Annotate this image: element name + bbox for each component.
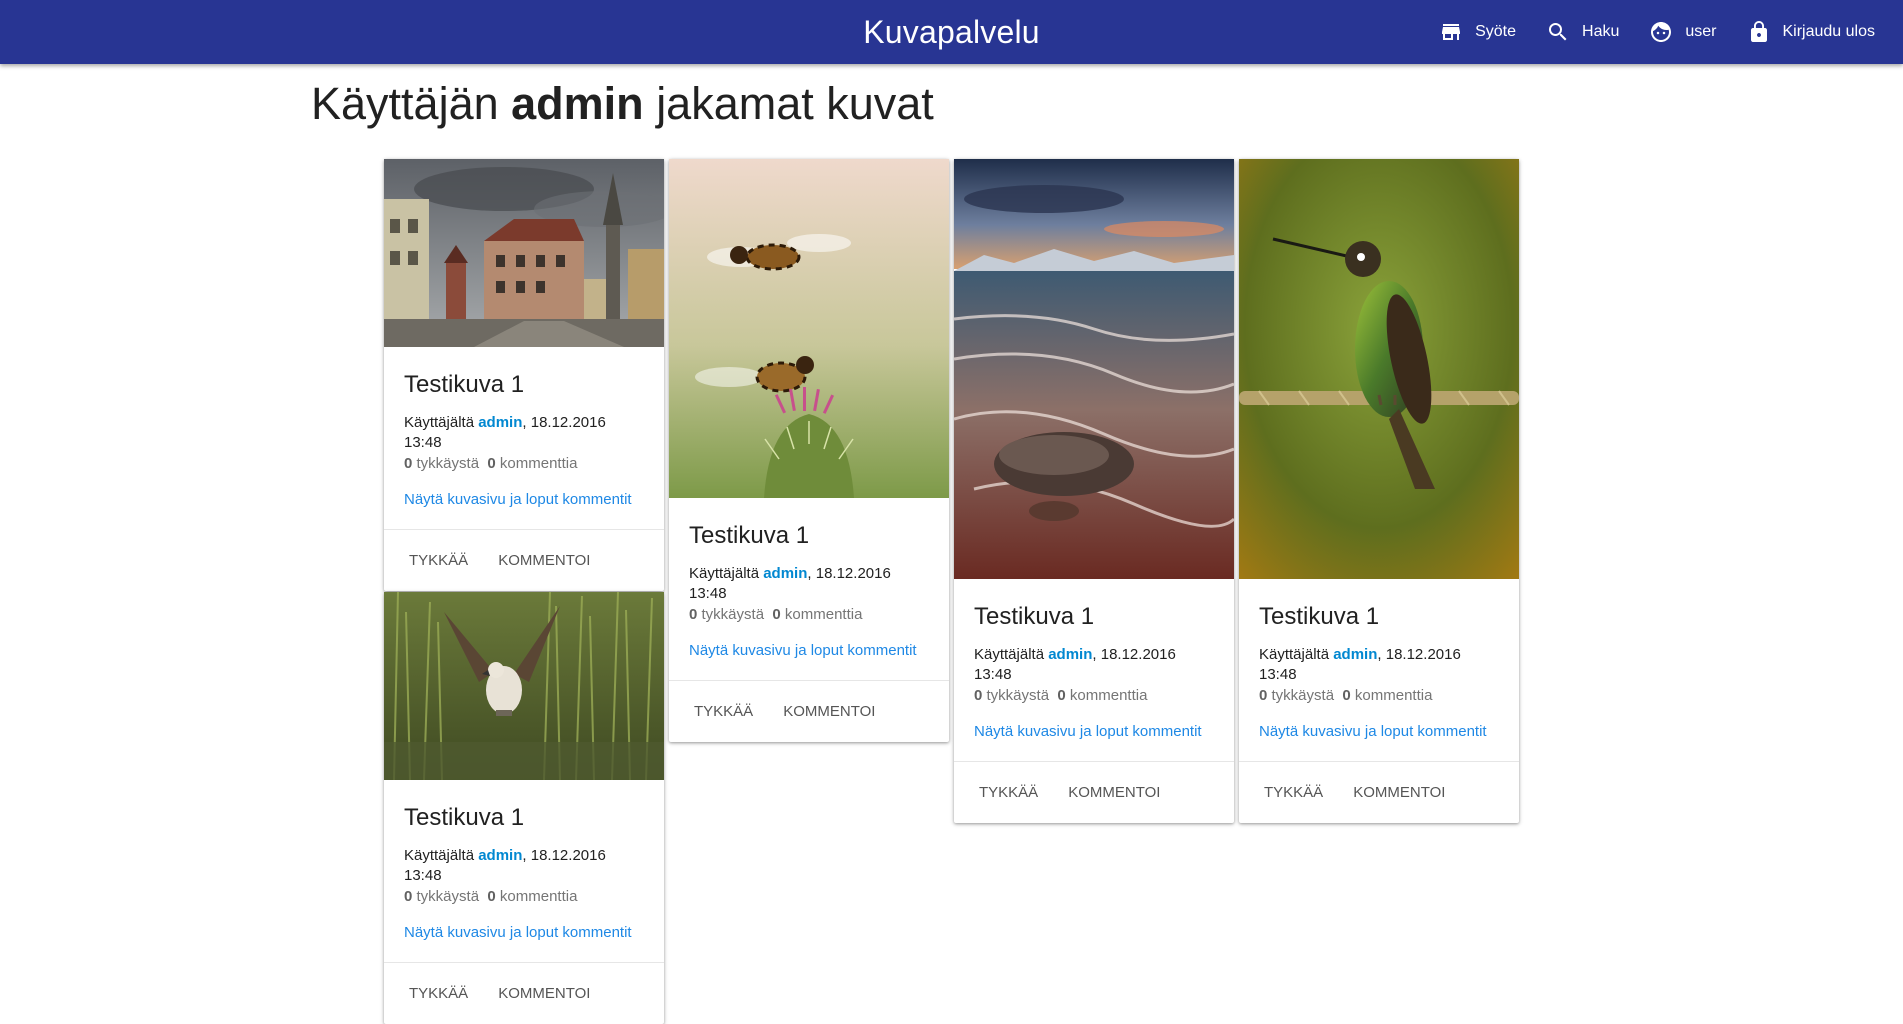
card-title: Testikuva 1 xyxy=(974,603,1095,630)
like-button[interactable]: Tykkää xyxy=(390,977,487,1010)
view-photo-link[interactable]: Näytä kuvasivu ja loput kommentit xyxy=(974,722,1214,761)
lock-icon xyxy=(1747,20,1771,44)
like-button[interactable]: Tykkää xyxy=(390,544,487,577)
sea-waves-rock-photo[interactable] xyxy=(954,159,1234,579)
bees-on-thistle-photo[interactable] xyxy=(669,159,949,498)
card-byline: Käyttäjältä admin, 18.12.2016 13:48 xyxy=(404,846,644,886)
card-actions: Tykkää Kommentoi xyxy=(384,962,664,1024)
comments-count: 0 xyxy=(772,606,781,623)
comments-count: 0 xyxy=(1057,687,1066,704)
nav-logout-label: Kirjaudu ulos xyxy=(1782,23,1876,40)
byline-prefix: Käyttäjältä xyxy=(404,847,475,864)
comments-label: kommenttia xyxy=(499,888,578,905)
card-byline: Käyttäjältä admin, 18.12.2016 13:48 xyxy=(404,413,644,453)
photo-card: Testikuva 1 Käyttäjältä admin, 18.12.201… xyxy=(669,159,949,742)
page-title: Käyttäjän admin jakamat kuvat xyxy=(311,78,934,130)
likes-label: tykkäystä xyxy=(1271,687,1335,704)
card-title: Testikuva 1 xyxy=(404,804,525,831)
app-bar: Kuvapalvelu Syöte Haku user Kirjaudu ulo… xyxy=(0,0,1903,64)
face-icon xyxy=(1649,20,1673,44)
comments-label: kommenttia xyxy=(1354,687,1433,704)
old-town-street-photo[interactable] xyxy=(384,159,664,347)
nav-logout-link[interactable]: Kirjaudu ulos xyxy=(1733,12,1890,52)
card-byline: Käyttäjältä admin, 18.12.2016 13:48 xyxy=(974,645,1214,685)
comment-button[interactable]: Kommentoi xyxy=(1342,776,1464,809)
card-stats: 0 tykkäystä 0 kommenttia xyxy=(1259,685,1499,707)
byline-prefix: Käyttäjältä xyxy=(974,646,1045,663)
comment-button[interactable]: Kommentoi xyxy=(487,544,609,577)
card-title: Testikuva 1 xyxy=(1259,603,1380,630)
likes-count: 0 xyxy=(404,888,413,905)
hummingbird-photo[interactable] xyxy=(1239,159,1519,579)
view-photo-link[interactable]: Näytä kuvasivu ja loput kommentit xyxy=(404,490,644,529)
card-user-link[interactable]: admin xyxy=(763,565,807,582)
photo-card: Testikuva 1 Käyttäjältä admin, 18.12.201… xyxy=(954,159,1234,823)
likes-count: 0 xyxy=(404,455,413,472)
byline-prefix: Käyttäjältä xyxy=(404,414,475,431)
card-byline: Käyttäjältä admin, 18.12.2016 13:48 xyxy=(689,564,929,604)
osprey-photo[interactable] xyxy=(384,592,664,780)
view-photo-link[interactable]: Näytä kuvasivu ja loput kommentit xyxy=(1259,722,1499,761)
card-body: Testikuva 1 Käyttäjältä admin, 18.12.201… xyxy=(669,498,949,680)
nav-user-label: user xyxy=(1685,23,1717,40)
card-user-link[interactable]: admin xyxy=(478,414,522,431)
card-stats: 0 tykkäystä 0 kommenttia xyxy=(404,453,644,475)
card-body: Testikuva 1 Käyttäjältä admin, 18.12.201… xyxy=(384,347,664,529)
card-body: Testikuva 1 Käyttäjältä admin, 18.12.201… xyxy=(954,579,1234,761)
page-title-prefix: Käyttäjän xyxy=(311,78,499,129)
card-user-link[interactable]: admin xyxy=(1048,646,1092,663)
nav-feed-link[interactable]: Syöte xyxy=(1425,12,1530,52)
card-actions: Tykkää Kommentoi xyxy=(384,529,664,591)
nav-search-label: Haku xyxy=(1582,23,1620,40)
page-title-username: admin xyxy=(511,78,644,129)
likes-label: tykkäystä xyxy=(701,606,765,623)
comment-button[interactable]: Kommentoi xyxy=(1057,776,1179,809)
card-stats: 0 tykkäystä 0 kommenttia xyxy=(974,685,1214,707)
view-photo-link[interactable]: Näytä kuvasivu ja loput kommentit xyxy=(404,923,644,962)
photo-card: Testikuva 1 Käyttäjältä admin, 18.12.201… xyxy=(384,592,664,1024)
photo-card: Testikuva 1 Käyttäjältä admin, 18.12.201… xyxy=(384,159,664,591)
comments-count: 0 xyxy=(487,888,496,905)
store-icon xyxy=(1439,20,1463,44)
card-actions: Tykkää Kommentoi xyxy=(1239,761,1519,823)
card-title: Testikuva 1 xyxy=(404,371,525,398)
page-title-suffix: jakamat kuvat xyxy=(656,78,934,129)
card-byline: Käyttäjältä admin, 18.12.2016 13:48 xyxy=(1259,645,1499,685)
view-photo-link[interactable]: Näytä kuvasivu ja loput kommentit xyxy=(689,641,929,680)
like-button[interactable]: Tykkää xyxy=(1245,776,1342,809)
card-title: Testikuva 1 xyxy=(689,522,810,549)
card-body: Testikuva 1 Käyttäjältä admin, 18.12.201… xyxy=(384,780,664,962)
photo-card: Testikuva 1 Käyttäjältä admin, 18.12.201… xyxy=(1239,159,1519,823)
likes-label: tykkäystä xyxy=(416,455,480,472)
like-button[interactable]: Tykkää xyxy=(960,776,1057,809)
comments-label: kommenttia xyxy=(784,606,863,623)
byline-prefix: Käyttäjältä xyxy=(689,565,760,582)
comments-count: 0 xyxy=(1342,687,1351,704)
likes-count: 0 xyxy=(974,687,983,704)
likes-label: tykkäystä xyxy=(986,687,1050,704)
nav-feed-label: Syöte xyxy=(1475,23,1517,40)
like-button[interactable]: Tykkää xyxy=(675,695,772,728)
card-stats: 0 tykkäystä 0 kommenttia xyxy=(404,886,644,908)
card-actions: Tykkää Kommentoi xyxy=(669,680,949,742)
card-stats: 0 tykkäystä 0 kommenttia xyxy=(689,604,929,626)
comment-button[interactable]: Kommentoi xyxy=(772,695,894,728)
comments-label: kommenttia xyxy=(499,455,578,472)
top-nav: Syöte Haku user Kirjaudu ulos xyxy=(1423,0,1889,64)
card-actions: Tykkää Kommentoi xyxy=(954,761,1234,823)
comments-count: 0 xyxy=(487,455,496,472)
card-user-link[interactable]: admin xyxy=(1333,646,1377,663)
comment-button[interactable]: Kommentoi xyxy=(487,977,609,1010)
byline-prefix: Käyttäjältä xyxy=(1259,646,1330,663)
nav-user-link[interactable]: user xyxy=(1635,12,1730,52)
nav-search-link[interactable]: Haku xyxy=(1532,12,1633,52)
card-user-link[interactable]: admin xyxy=(478,847,522,864)
card-body: Testikuva 1 Käyttäjältä admin, 18.12.201… xyxy=(1239,579,1519,761)
search-icon xyxy=(1546,20,1570,44)
likes-label: tykkäystä xyxy=(416,888,480,905)
comments-label: kommenttia xyxy=(1069,687,1148,704)
likes-count: 0 xyxy=(689,606,698,623)
likes-count: 0 xyxy=(1259,687,1268,704)
